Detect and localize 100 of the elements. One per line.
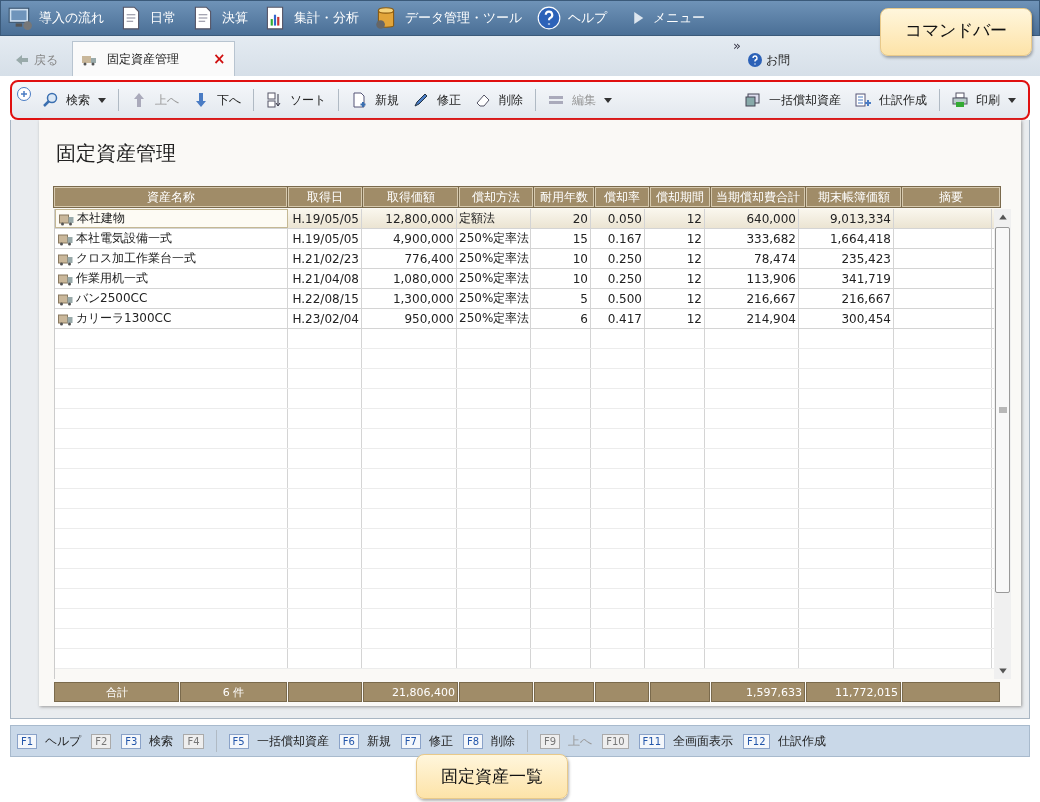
help-icon (536, 5, 562, 31)
close-button[interactable]: × (213, 50, 226, 68)
table-cell: 250%定率法 (459, 250, 530, 267)
toolbar-button[interactable]: 仕訳作成 (851, 91, 931, 109)
table-cell: H.21/02/23 (292, 251, 359, 266)
total-cell: 11,772,015 (806, 682, 901, 702)
table-cell: 1,664,418 (829, 231, 891, 246)
table-cell: 12 (686, 291, 702, 306)
table-cell: 250%定率法 (459, 310, 530, 327)
table-cell: 12 (686, 211, 702, 226)
table-row[interactable]: カリーラ1300CC H.23/02/04 950,000 250%定率法 6 0.417 12 214,904 300,454 (55, 309, 995, 329)
table-cell: 1,300,000 (392, 291, 454, 306)
table-cell: 10 (572, 251, 588, 266)
menu-item[interactable]: データ管理・ツール (373, 5, 522, 31)
table-cell: 216,667 (746, 291, 796, 306)
function-key-button[interactable]: F8 削除 (462, 732, 515, 750)
table-cell: 333,682 (746, 231, 796, 246)
table-cell: 9,013,334 (829, 211, 891, 226)
toolbar-button[interactable]: 印刷 (948, 91, 1020, 109)
table-row[interactable]: クロス加工作業台一式 H.21/02/23 776,400 250%定率法 10 0.250 12 78,474 235,423 (55, 249, 995, 269)
search-icon (42, 92, 58, 108)
eraser-icon (475, 92, 491, 108)
table-cell: 250%定率法 (459, 270, 530, 287)
table-cell: 15 (572, 231, 588, 246)
table-cell: 5 (580, 291, 588, 306)
table-cell: H.23/02/04 (292, 311, 359, 326)
function-key-button[interactable]: F11 全画面表示 (638, 732, 734, 750)
total-cell: 21,806,400 (363, 682, 458, 702)
toolbar-button[interactable]: 下へ (189, 91, 245, 109)
table-cell: 0.167 (607, 231, 642, 246)
menu-item[interactable]: メニュー (621, 9, 705, 27)
table-cell: H.19/05/05 (292, 211, 359, 226)
table-cell: 640,000 (746, 211, 796, 226)
new-document-icon (351, 92, 367, 108)
toolbar-button[interactable]: 新規 (347, 91, 403, 109)
scrollbar[interactable] (994, 209, 1011, 679)
table-cell: 本社建物 (77, 210, 125, 227)
scroll-thumb[interactable] (995, 227, 1011, 593)
toolbar-button[interactable]: 一括償却資産 (741, 91, 845, 109)
function-key-button[interactable]: F12 仕訳作成 (743, 732, 826, 750)
table-row[interactable]: 本社電気設備一式 H.19/05/05 4,900,000 250%定率法 15 0.167 12 333,682 1,664,418 (55, 229, 995, 249)
total-cell: 6 件 (180, 682, 287, 702)
inquiry-button[interactable]: お問 (747, 44, 790, 76)
table-cell: 12 (686, 311, 702, 326)
add-icon[interactable] (16, 86, 32, 102)
toolbar-button[interactable]: 検索 (38, 91, 110, 109)
table-cell: バン2500CC (76, 290, 148, 307)
menu-item[interactable]: 日常 (118, 5, 176, 31)
function-key-button[interactable]: F6 新規 (338, 732, 391, 750)
table-cell: 216,667 (841, 291, 891, 306)
table-cell: 1,080,000 (392, 271, 454, 286)
table-row[interactable]: 本社建物 H.19/05/05 12,800,000 定額法 20 0.050 12 640,000 9,013,334 (55, 209, 995, 229)
table-cell: 300,454 (841, 311, 891, 326)
table-cell: 0.417 (607, 311, 642, 326)
table-cell: 4,900,000 (392, 231, 454, 246)
pencil-icon (413, 92, 429, 108)
table-row[interactable]: バン2500CC H.22/08/15 1,300,000 250%定率法 5 0.500 12 216,667 216,667 (55, 289, 995, 309)
window-icon (745, 92, 761, 108)
table-cell: H.22/08/15 (292, 291, 359, 306)
printer-icon (952, 92, 968, 108)
table-cell: H.19/05/05 (292, 231, 359, 246)
arrow-up-icon (131, 92, 147, 108)
journal-icon (855, 92, 871, 108)
arrow-left-icon (14, 52, 30, 68)
total-cell: 1,597,633 (711, 682, 805, 702)
toolbar-button[interactable]: 修正 (409, 91, 465, 109)
table-cell: カリーラ1300CC (76, 310, 172, 327)
toolbar-button[interactable]: ソート (262, 91, 330, 109)
table-cell: 0.050 (607, 211, 642, 226)
function-key-button[interactable]: F5 一括償却資産 (228, 732, 329, 750)
callout: 固定資産一覧 (416, 754, 568, 799)
table-cell: 10 (572, 271, 588, 286)
function-key-button[interactable]: F7 修正 (400, 732, 453, 750)
help-icon (747, 52, 763, 68)
table-cell: 本社電気設備一式 (76, 230, 172, 247)
table-cell: 12 (686, 271, 702, 286)
table-cell: 950,000 (404, 311, 454, 326)
toolbar-button[interactable]: 削除 (471, 91, 527, 109)
menu-item[interactable]: 集計・分析 (262, 5, 359, 31)
table-row[interactable]: 作業用机一式 H.21/04/08 1,080,000 250%定率法 10 0.250 12 113,906 341,719 (55, 269, 995, 289)
total-cell: 合計 (54, 682, 179, 702)
table-cell: 214,904 (746, 311, 796, 326)
table-cell: 20 (572, 211, 588, 226)
table-cell: 341,719 (841, 271, 891, 286)
table-cell: 12,800,000 (385, 211, 454, 226)
menu-item[interactable]: 導入の流れ (7, 5, 104, 31)
table-cell: 0.500 (607, 291, 642, 306)
table-cell: H.21/04/08 (292, 271, 359, 286)
overflow-button[interactable]: » (733, 38, 741, 53)
tab[interactable]: 固定資産管理 × (72, 41, 235, 76)
menu-item[interactable]: ヘルプ (536, 5, 607, 31)
sort-icon (266, 92, 282, 108)
callout: コマンドバー (880, 8, 1032, 56)
table-cell: 0.250 (607, 251, 642, 266)
table-cell: クロス加工作業台一式 (76, 250, 196, 267)
function-key-button[interactable]: F3 検索 (121, 732, 174, 750)
function-key-button[interactable]: F1 ヘルプ (17, 732, 82, 750)
table-cell: 12 (686, 251, 702, 266)
menu-item[interactable]: 決算 (190, 5, 248, 31)
table-cell: 0.250 (607, 271, 642, 286)
